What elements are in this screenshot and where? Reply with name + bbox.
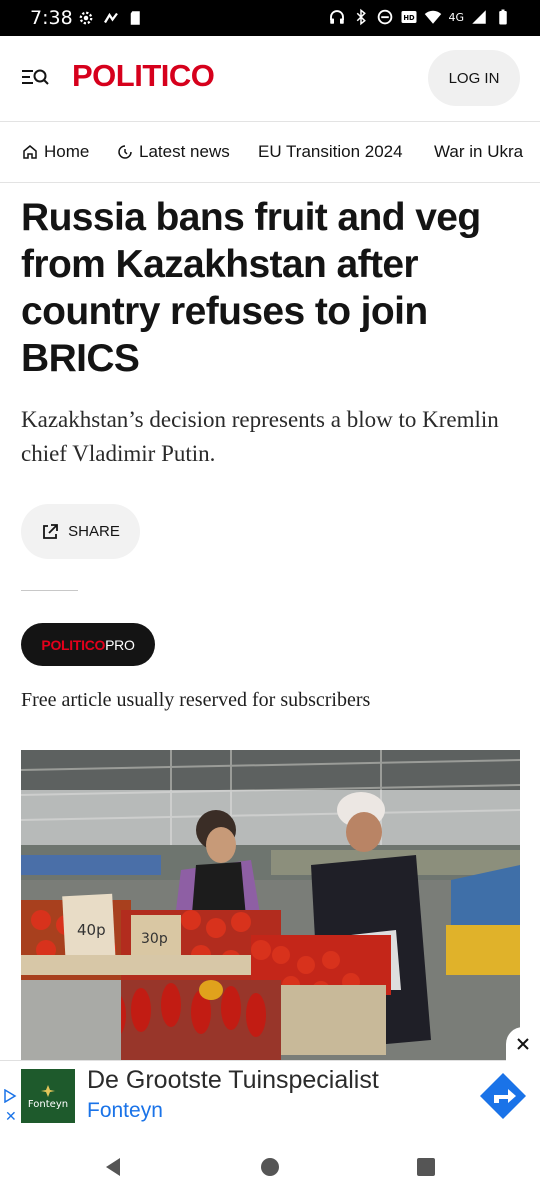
ad-dismiss-icon[interactable]: ✕ <box>5 1108 17 1125</box>
nav-item-eu-transition[interactable]: EU Transition 2024 <box>258 142 403 162</box>
nav-item-label: Home <box>44 142 90 161</box>
network-type: 4G <box>448 10 464 24</box>
headset-icon <box>330 10 345 24</box>
nav-item-label: EU Transition 2024 <box>258 142 403 161</box>
article-photo: 40р 30р <box>21 750 520 1060</box>
ad-close-button[interactable] <box>506 1027 540 1061</box>
ad-title[interactable]: De Grootste Tuinspecialist <box>87 1066 379 1095</box>
nav-item-label: Latest news <box>139 142 230 161</box>
logo-text: Fonteyn <box>27 1098 69 1110</box>
ad-choices-icon[interactable] <box>3 1089 17 1103</box>
battery-icon <box>499 9 507 25</box>
clock-time: 7:38 <box>30 7 73 29</box>
close-icon <box>517 1038 529 1050</box>
section-nav: Home Latest news EU Transition 2024 War … <box>0 121 540 183</box>
divider <box>21 590 78 591</box>
home-icon <box>23 145 37 159</box>
badge-brand: POLITICO <box>41 636 106 653</box>
price-label: 40р <box>77 921 106 939</box>
dnd-icon <box>378 9 393 25</box>
sd-card-icon <box>130 11 140 25</box>
recents-icon[interactable] <box>415 1156 437 1178</box>
flower-icon <box>41 1084 55 1097</box>
price-label: 30р <box>141 931 168 947</box>
home-nav-icon[interactable] <box>259 1156 281 1178</box>
advertiser-logo: Fonteyn <box>21 1069 75 1123</box>
nav-item-label: War in Ukra <box>434 142 524 161</box>
login-button[interactable]: LOG IN <box>428 50 520 106</box>
share-button[interactable]: SHARE <box>21 504 140 559</box>
nav-item-war-in-ukraine[interactable]: War in Ukra <box>434 142 523 162</box>
menu-search-icon[interactable] <box>22 65 50 89</box>
site-header: POLITICO LOG IN <box>0 36 540 120</box>
politico-pro-badge[interactable]: POLITICO PRO <box>21 623 155 666</box>
nav-item-latest-news[interactable]: Latest news <box>117 142 230 162</box>
share-icon <box>43 523 59 539</box>
badge-suffix: PRO <box>105 636 135 653</box>
hd-icon: HD <box>401 11 417 23</box>
svg-text:HD: HD <box>404 14 416 22</box>
nav-item-home[interactable]: Home <box>22 142 89 162</box>
ad-advertiser[interactable]: Fonteyn <box>87 1099 163 1123</box>
politico-logo[interactable]: POLITICO <box>72 58 215 94</box>
free-article-note: Free article usually reserved for subscr… <box>21 689 371 711</box>
directions-icon[interactable] <box>478 1071 528 1121</box>
signal-icon <box>472 10 486 24</box>
cast-icon <box>104 12 118 24</box>
wifi-icon <box>425 10 442 24</box>
article-dek: Kazakhstan’s decision represents a blow … <box>21 407 499 466</box>
bluetooth-icon <box>357 8 367 26</box>
settings-icon <box>79 11 93 25</box>
clock-icon <box>118 145 132 159</box>
article-headline: Russia bans fruit and veg from Kazakhsta… <box>21 196 481 380</box>
system-navigation-bar <box>0 1128 540 1200</box>
back-icon[interactable] <box>102 1156 124 1178</box>
ad-banner[interactable]: ✕ Fonteyn De Grootste Tuinspecialist Fon… <box>0 1027 540 1128</box>
share-label: SHARE <box>68 523 120 540</box>
status-bar: 7:38 HD 4G <box>0 0 540 36</box>
